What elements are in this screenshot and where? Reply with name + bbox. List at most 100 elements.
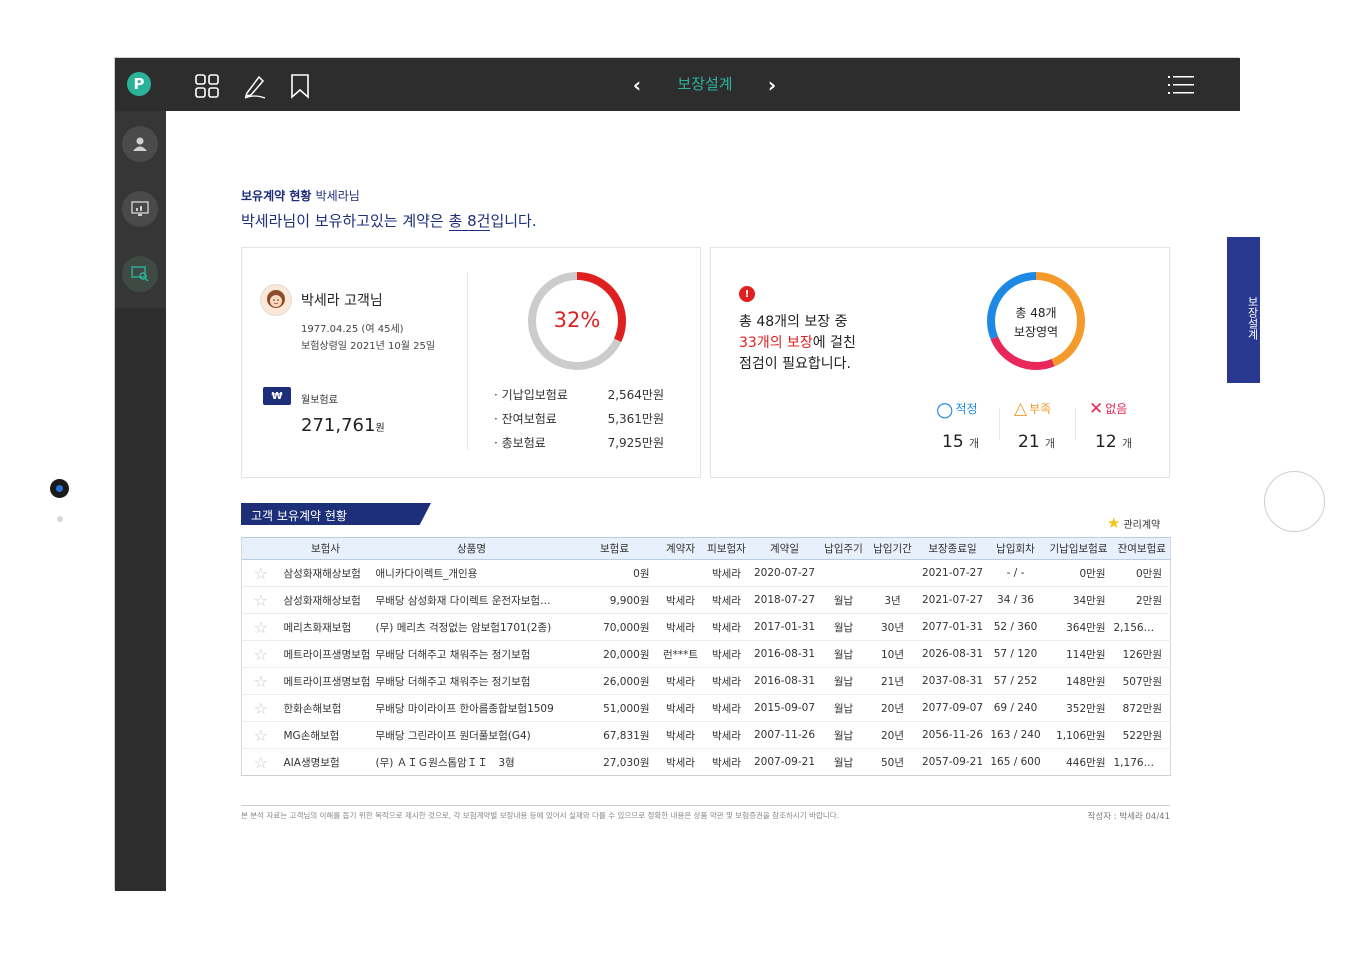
table-cell: 박세라	[703, 613, 750, 641]
table-cell: (무) ＡＩＧ원스톱암ＩＩ 3형	[371, 748, 572, 776]
col-contractor[interactable]: 계약자	[657, 537, 704, 560]
table-cell: 2056-11-26	[917, 721, 988, 749]
favorite-star-icon[interactable]: ☆	[241, 694, 280, 722]
table-row[interactable]: ☆ 메트라이프생명보험 무배당 더해주고 채워주는 정기보험 20,000원 런***트…	[241, 640, 1171, 668]
premium-unit: 원	[375, 423, 385, 434]
col-premium[interactable]: 보험료	[571, 537, 658, 560]
col-insurer[interactable]: 보험사	[279, 537, 372, 560]
coverage-donut-label: 총 48개 보장영역	[985, 304, 1087, 342]
heading-suffix: 입니다.	[490, 212, 537, 230]
table-cell: 165 / 600	[987, 748, 1044, 776]
table-cell: 2007-11-26	[749, 721, 820, 749]
warning-line-1: 총 48개의 보장 중	[739, 314, 848, 330]
table-cell: 70,000원	[571, 613, 658, 641]
table-cell: 0만원	[1113, 559, 1171, 587]
total-premium-label: · 총보험료	[494, 436, 546, 450]
table-row[interactable]: ☆ 메리츠화재보험 (무) 메리츠 걱정없는 암보험1701(2종) 70,000원 박…	[241, 613, 1171, 641]
warning-line-2-rest: 에 걸친	[812, 335, 856, 351]
remaining-premium-value: 5,361만원	[607, 412, 664, 426]
table-cell: (무) 메리츠 걱정없는 암보험1701(2종)	[371, 613, 572, 641]
favorite-star-icon[interactable]: ☆	[241, 667, 280, 695]
legend-insufficient-label: 부족	[1029, 402, 1052, 416]
none-count-value: 12	[1095, 432, 1117, 452]
favorite-star-icon[interactable]: ☆	[241, 640, 280, 668]
table-row[interactable]: ☆ AIA생명보험 (무) ＡＩＧ원스톱암ＩＩ 3형 27,030원 박세라 박세라 200…	[241, 748, 1171, 776]
table-cell: 메트라이프생명보험	[279, 667, 372, 695]
prev-page-button[interactable]: ‹	[627, 73, 647, 97]
subtitle-customer: 박세라님	[315, 189, 360, 203]
table-cell: 박세라	[703, 748, 750, 776]
table-cell: 446만원	[1043, 748, 1114, 776]
home-button[interactable]	[1264, 471, 1325, 532]
col-paid[interactable]: 기납입보험료	[1043, 537, 1114, 560]
app-logo[interactable]: P	[127, 72, 151, 96]
disclaimer-note: 본 분석 자료는 고객님의 이해를 돕기 위한 목적으로 제시한 것으로, 각 …	[241, 811, 840, 820]
favorite-star-icon[interactable]: ☆	[241, 586, 280, 614]
table-cell: 20년	[867, 721, 918, 749]
table-cell: 월납	[819, 613, 868, 641]
table-cell: 메리츠화재보험	[279, 613, 372, 641]
table-row[interactable]: ☆ 한화손해보험 무배당 마이라이프 한아름종합보험1509 51,000원 박세라 박세…	[241, 694, 1171, 722]
favorite-star-icon[interactable]: ☆	[241, 559, 280, 587]
table-cell: 월납	[819, 586, 868, 614]
col-pay-count[interactable]: 납입회차	[987, 537, 1044, 560]
table-cell: 2016-08-31	[749, 640, 820, 668]
table-cell: 박세라	[657, 748, 704, 776]
premium-number: 271,761	[301, 415, 376, 436]
star-filled-icon: ★	[1107, 514, 1121, 532]
table-cell: 박세라	[703, 640, 750, 668]
col-end-date[interactable]: 보장종료일	[917, 537, 988, 560]
table-row[interactable]: ☆ MG손해보험 무배당 그린라이프 원더풀보험(G4) 67,831원 박세라 박세라 2…	[241, 721, 1171, 749]
favorite-star-icon[interactable]: ☆	[241, 748, 280, 776]
sidebar-item-analysis[interactable]	[122, 256, 158, 292]
col-remaining[interactable]: 잔여보험료	[1113, 537, 1171, 560]
search-chart-icon	[131, 266, 149, 282]
subtitle-label: 보유계약 현황	[241, 189, 312, 203]
adequate-count: 15 개	[942, 432, 979, 452]
table-cell: 2007-09-21	[749, 748, 820, 776]
table-cell: 30년	[867, 613, 918, 641]
heading-prefix: 박세라님이 보유하고있는 계약은	[241, 212, 449, 230]
bookmark-icon[interactable]	[287, 73, 313, 99]
table-cell: 872만원	[1113, 694, 1171, 722]
table-cell: 10년	[867, 640, 918, 668]
table-cell: - / -	[987, 559, 1044, 587]
table-cell: 114만원	[1043, 640, 1114, 668]
table-cell: 애니카다이렉트_개인용	[371, 559, 572, 587]
table-cell: 352만원	[1043, 694, 1114, 722]
legend-adequate-label: 적정	[955, 402, 978, 416]
legend-insufficient: △ 부족	[1014, 400, 1051, 417]
paid-premium-label: · 기납입보험료	[494, 388, 568, 402]
table-cell: 월납	[819, 640, 868, 668]
table-row[interactable]: ☆ 삼성화재해상보험 애니카다이렉트_개인용 0원 박세라 2020-07-27 2021-…	[241, 559, 1171, 587]
remaining-premium-row: · 잔여보험료 5,361만원	[494, 410, 664, 427]
table-cell: 20,000원	[571, 640, 658, 668]
table-cell: 2057-09-21	[917, 748, 988, 776]
next-page-button[interactable]: ›	[762, 73, 782, 97]
table-cell: 2077-01-31	[917, 613, 988, 641]
author-page-info: 작성자 : 박세라 04/41	[1087, 812, 1170, 822]
warning-highlight: 33개의 보장	[739, 335, 813, 351]
coverage-design-side-tab[interactable]: 보장설계	[1227, 237, 1260, 383]
col-pay-period[interactable]: 납입기간	[867, 537, 918, 560]
table-cell: 0원	[571, 559, 658, 587]
pen-icon[interactable]	[241, 73, 267, 99]
table-cell: 무배당 마이라이프 한아름종합보험1509	[371, 694, 572, 722]
table-cell: 2017-01-31	[749, 613, 820, 641]
col-product[interactable]: 상품명	[371, 537, 572, 560]
table-cell: 월납	[819, 748, 868, 776]
table-row[interactable]: ☆ 메트라이프생명보험 무배당 더해주고 채워주는 정기보험 26,000원 박세라 박세…	[241, 667, 1171, 695]
col-contract-date[interactable]: 계약일	[749, 537, 820, 560]
favorite-star-icon[interactable]: ☆	[241, 613, 280, 641]
customer-card: 박세라 고객님 1977.04.25 (여 45세) 보험상령일 2021년 1…	[241, 247, 701, 478]
sidebar-item-customer[interactable]	[122, 126, 158, 162]
col-insured[interactable]: 피보험자	[703, 537, 750, 560]
table-cell: 2020-07-27	[749, 559, 820, 587]
col-pay-cycle[interactable]: 납입주기	[819, 537, 868, 560]
table-row[interactable]: ☆ 삼성화재해상보험 무배당 삼성화재 다이렉트 운전자보험… 9,900원 박세라 박세…	[241, 586, 1171, 614]
insufficient-count-value: 21	[1018, 432, 1040, 452]
favorite-star-icon[interactable]: ☆	[241, 721, 280, 749]
grid-icon[interactable]	[194, 73, 220, 99]
sidebar-item-presentation[interactable]	[122, 191, 158, 227]
list-menu-icon[interactable]	[1168, 75, 1194, 95]
